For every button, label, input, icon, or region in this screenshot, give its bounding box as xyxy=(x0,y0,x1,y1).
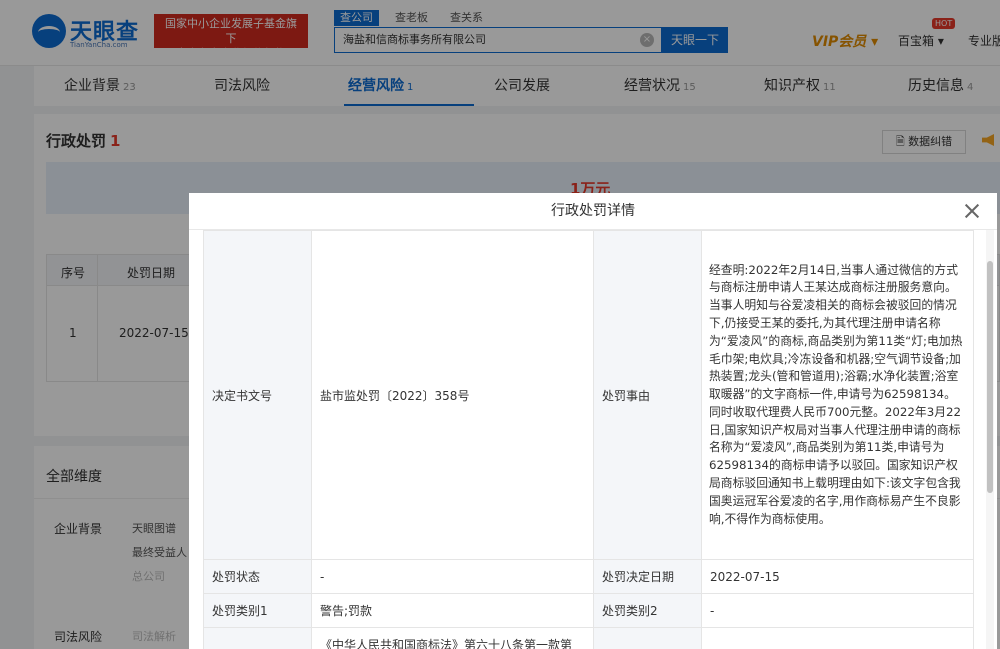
basis-label-cell xyxy=(203,627,312,649)
modal-title: 行政处罚详情 xyxy=(551,203,635,219)
status-label: 处罚状态 xyxy=(203,559,312,594)
category2-value: - xyxy=(701,593,974,628)
empty-label-cell xyxy=(593,627,702,649)
empty-value-cell xyxy=(701,627,974,649)
category2-label: 处罚类别2 xyxy=(593,593,702,628)
doc-number-value: 盐市监处罚〔2022〕358号 xyxy=(311,230,594,560)
close-icon[interactable] xyxy=(964,203,980,219)
table-row: 《中华人民共和国商标法》第六十八条第一款第 xyxy=(203,627,974,649)
doc-number-label: 决定书文号 xyxy=(203,230,312,560)
table-row: 处罚状态 - 处罚决定日期 2022-07-15 xyxy=(203,559,974,594)
category1-value: 警告;罚款 xyxy=(311,593,594,628)
modal-header: 行政处罚详情 xyxy=(189,193,997,230)
decision-date-value: 2022-07-15 xyxy=(701,559,974,594)
penalty-detail-table: 决定书文号 盐市监处罚〔2022〕358号 处罚事由 经查明:2022年2月14… xyxy=(203,230,974,649)
category1-label: 处罚类别1 xyxy=(203,593,312,628)
decision-date-label: 处罚决定日期 xyxy=(593,559,702,594)
legal-basis-value: 《中华人民共和国商标法》第六十八条第一款第 xyxy=(311,627,594,649)
reason-label: 处罚事由 xyxy=(593,230,702,560)
table-row: 决定书文号 盐市监处罚〔2022〕358号 处罚事由 经查明:2022年2月14… xyxy=(203,230,974,560)
status-value: - xyxy=(311,559,594,594)
table-row: 处罚类别1 警告;罚款 处罚类别2 - xyxy=(203,593,974,628)
modal-scrollbar-thumb[interactable] xyxy=(987,261,993,493)
penalty-detail-modal: 行政处罚详情 决定书文号 盐市监处罚〔2022〕358号 处罚事由 经查明:20… xyxy=(189,193,997,649)
reason-value: 经查明:2022年2月14日,当事人通过微信的方式与商标注册申请人王某达成商标注… xyxy=(701,230,974,560)
